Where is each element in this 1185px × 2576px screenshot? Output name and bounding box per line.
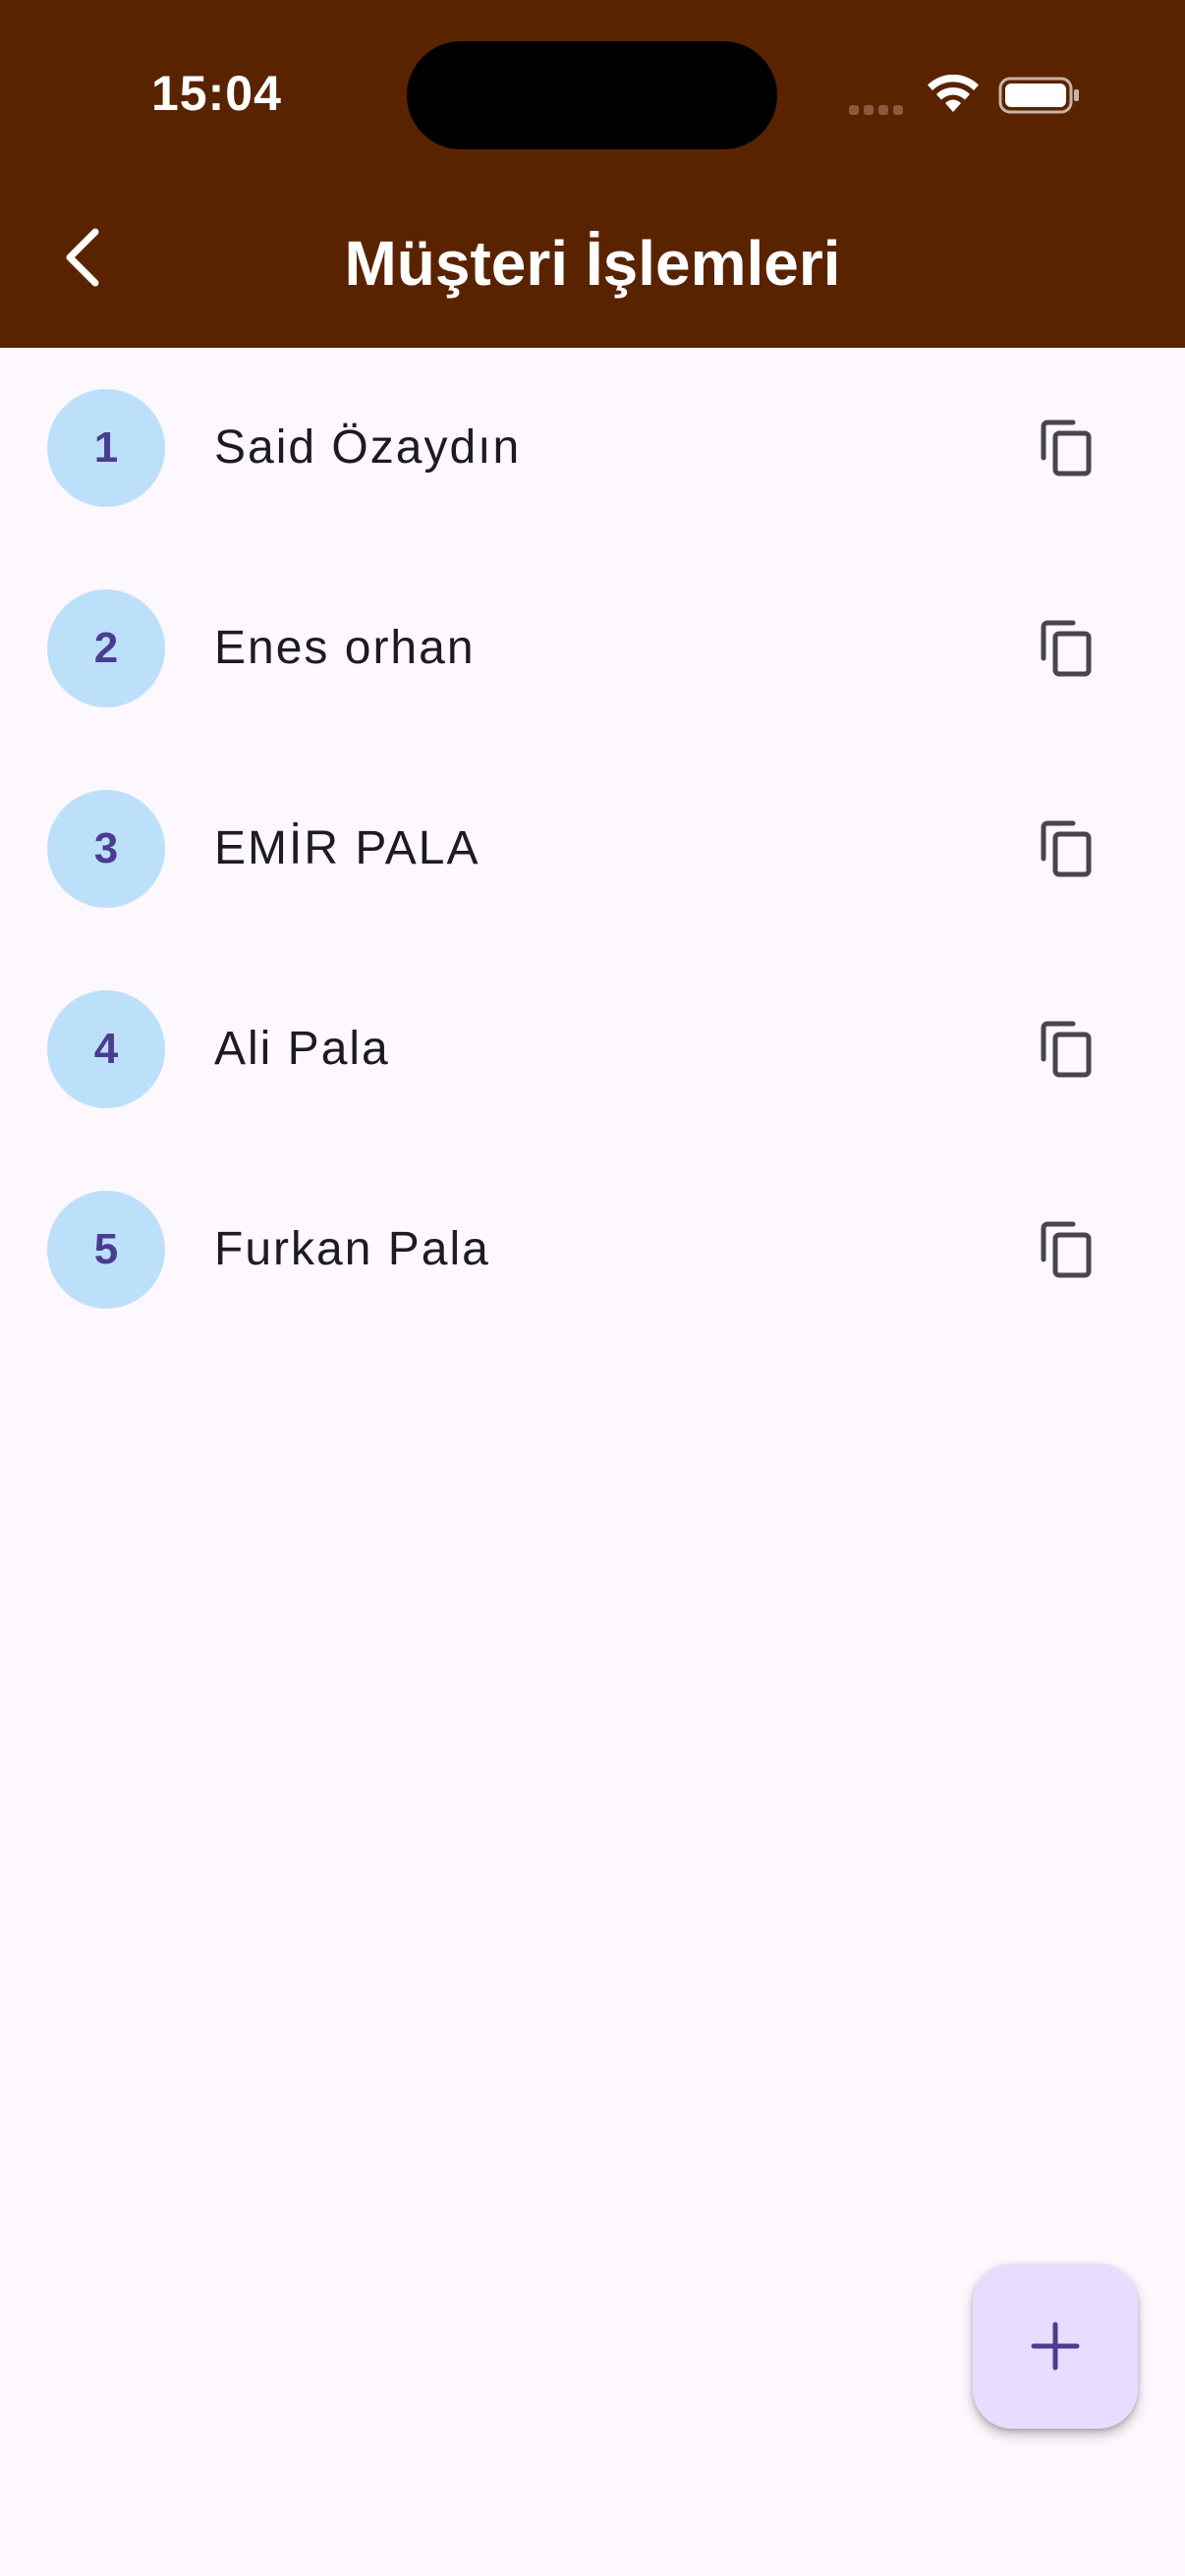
copy-icon	[1041, 1221, 1092, 1278]
customer-name: Said Özaydın	[214, 421, 522, 474]
copy-button[interactable]	[1028, 409, 1106, 487]
cellular-signal-icon	[849, 102, 908, 120]
page-title: Müşteri İşlemleri	[344, 228, 841, 299]
plus-icon	[1031, 2322, 1080, 2371]
customer-list: 1 Said Özaydın 2 Enes orhan 3 EMİR PALA	[0, 348, 1185, 1350]
customer-list-item[interactable]: 4 Ali Pala	[0, 949, 1185, 1149]
customer-list-item[interactable]: 3 EMİR PALA	[0, 749, 1185, 949]
status-time: 15:04	[151, 66, 282, 121]
customer-list-item[interactable]: 5 Furkan Pala	[0, 1149, 1185, 1350]
dynamic-island	[407, 41, 777, 149]
customer-number-avatar: 4	[47, 990, 165, 1108]
customer-number-avatar: 5	[47, 1191, 165, 1309]
copy-button[interactable]	[1028, 1210, 1106, 1289]
customer-name: Enes orhan	[214, 622, 476, 674]
copy-icon	[1041, 820, 1092, 877]
copy-button[interactable]	[1028, 810, 1106, 888]
copy-icon	[1041, 420, 1092, 476]
customer-number-avatar: 3	[47, 790, 165, 908]
app-bar: 15:04 Müşteri İşlemleri	[0, 0, 1185, 348]
copy-icon	[1041, 620, 1092, 677]
copy-icon	[1041, 1021, 1092, 1078]
wifi-icon	[928, 75, 979, 112]
battery-icon	[998, 77, 1079, 114]
customer-list-item[interactable]: 1 Said Özaydın	[0, 348, 1185, 548]
customer-name: Ali Pala	[214, 1023, 390, 1075]
copy-button[interactable]	[1028, 1010, 1106, 1089]
add-customer-button[interactable]	[973, 2264, 1138, 2429]
customer-number-avatar: 2	[47, 589, 165, 707]
customer-name: Furkan Pala	[214, 1223, 490, 1275]
customer-name: EMİR PALA	[214, 822, 480, 874]
customer-number-avatar: 1	[47, 389, 165, 507]
copy-button[interactable]	[1028, 609, 1106, 688]
customer-list-item[interactable]: 2 Enes orhan	[0, 548, 1185, 749]
